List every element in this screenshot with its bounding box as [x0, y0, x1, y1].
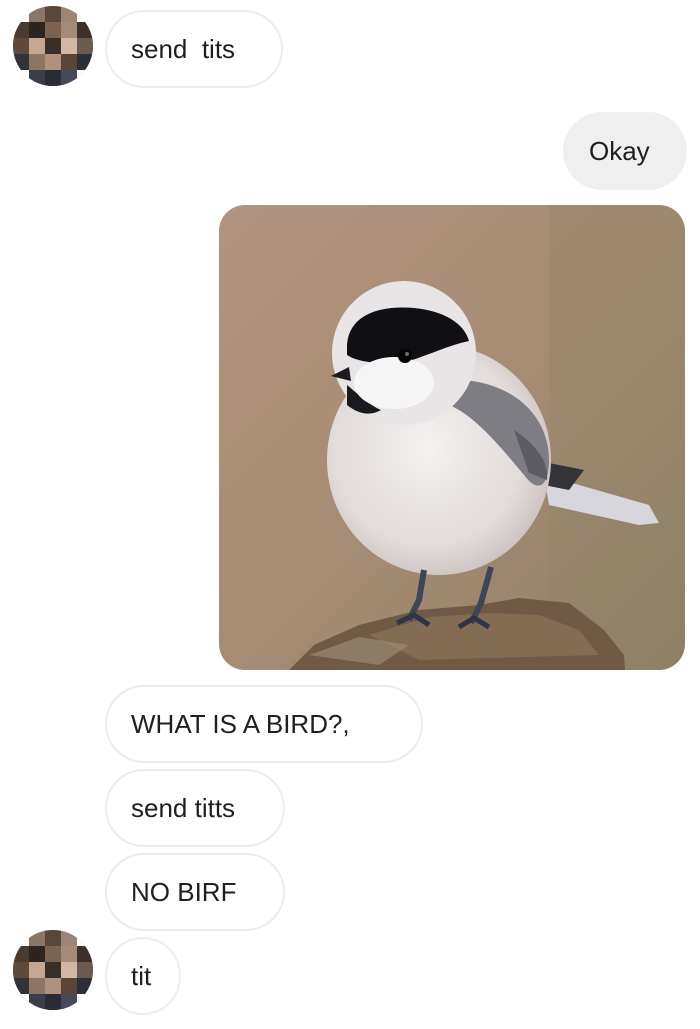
incoming-message-bubble[interactable]: send tits: [105, 10, 283, 88]
contact-avatar[interactable]: [13, 930, 93, 1010]
message-text: send titts: [131, 793, 236, 823]
message-text: tit: [131, 961, 152, 991]
pixelated-avatar-icon: [13, 930, 93, 1010]
pixelated-avatar-icon: [13, 6, 93, 86]
bird-photo-image: [219, 205, 685, 670]
contact-avatar[interactable]: [13, 6, 93, 86]
incoming-message-bubble[interactable]: WHAT IS A BIRD?,: [105, 685, 423, 763]
message-text: WHAT IS A BIRD?,: [131, 709, 350, 739]
incoming-message-bubble[interactable]: send titts: [105, 769, 285, 847]
incoming-message-bubble[interactable]: tit: [105, 937, 181, 1015]
incoming-message-bubble[interactable]: NO BIRF: [105, 853, 285, 931]
message-text: send tits: [131, 34, 236, 64]
message-text: NO BIRF: [131, 877, 237, 907]
chickadee-bird-photo[interactable]: [219, 205, 685, 670]
message-thread: { "conversation": { "messages": [ { "sen…: [0, 0, 700, 1029]
message-text: Okay: [589, 136, 650, 166]
outgoing-message-bubble[interactable]: Okay: [563, 112, 687, 190]
